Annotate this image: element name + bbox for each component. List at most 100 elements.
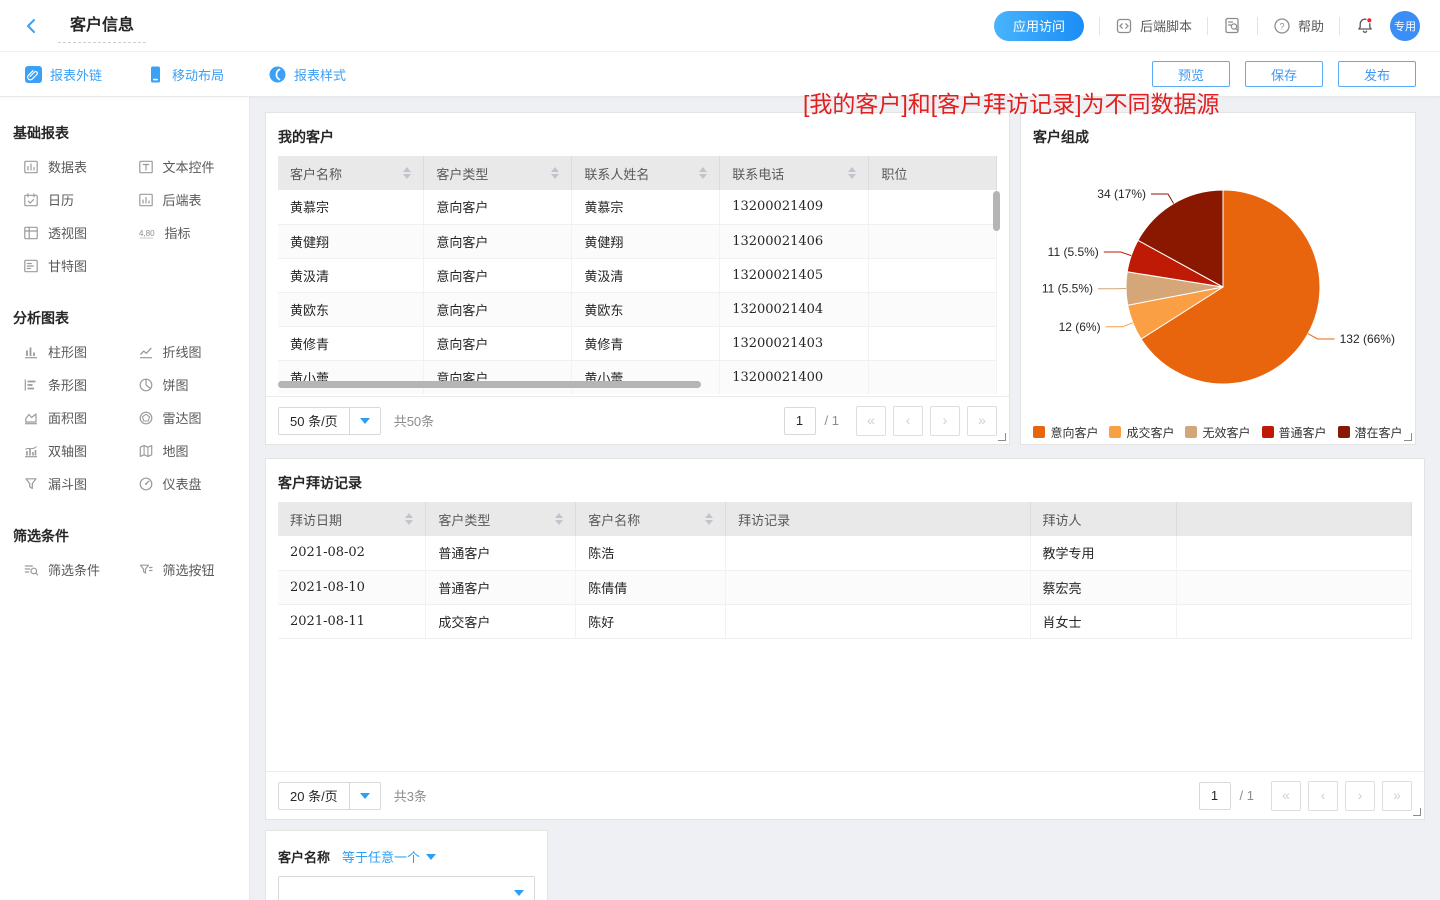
- my-customers-pagination: 50 条/页 共50条 / 1 « ‹ › »: [266, 396, 1009, 444]
- resize-handle[interactable]: [1413, 808, 1421, 816]
- first-page-button[interactable]: «: [856, 405, 886, 436]
- mobile-layout-button[interactable]: 移动布局: [146, 65, 224, 84]
- column-header[interactable]: 客户名称: [278, 156, 425, 190]
- visit-records-panel[interactable]: 客户拜访记录 拜访日期 客户类型 客户名称 拜访记录 拜访人 2021-08-02 普通客户…: [265, 458, 1425, 820]
- sort-icon[interactable]: [555, 513, 564, 525]
- sidebar-item-pie-chart[interactable]: 饼图: [125, 368, 240, 401]
- sidebar-item-map[interactable]: 地图: [125, 434, 240, 467]
- svg-text:?: ?: [1279, 21, 1284, 31]
- page-total: / 1: [1239, 788, 1254, 803]
- sidebar-item-metric[interactable]: 4,80 指标: [125, 216, 240, 249]
- sort-icon[interactable]: [551, 167, 560, 179]
- page-input[interactable]: [1198, 781, 1231, 810]
- column-header[interactable]: 客户名称: [575, 502, 727, 536]
- sidebar-item-text-widget[interactable]: 文本控件: [125, 150, 240, 183]
- sidebar-item-gauge[interactable]: 仪表盘: [125, 467, 240, 500]
- area-chart-icon: [25, 412, 37, 424]
- prev-page-button[interactable]: ‹: [893, 405, 923, 436]
- sidebar-item-gantt[interactable]: 甘特图: [10, 249, 125, 282]
- page-size-select[interactable]: 50 条/页: [278, 406, 381, 435]
- backend-script-button[interactable]: 后端脚本: [1115, 16, 1192, 35]
- column-header[interactable]: 联系人姓名: [571, 156, 721, 190]
- filter-operator-dropdown[interactable]: 等于任意一个: [342, 847, 437, 866]
- sidebar-item-data-table[interactable]: 数据表: [10, 150, 125, 183]
- sidebar-item-pivot[interactable]: 透视图: [10, 216, 125, 249]
- publish-button[interactable]: 发布: [1338, 61, 1416, 87]
- filter-button-icon: [139, 564, 153, 574]
- sidebar-item-backend-table[interactable]: 后端表: [125, 183, 240, 216]
- report-style-icon: [269, 66, 286, 82]
- last-page-button[interactable]: »: [1382, 780, 1412, 811]
- sort-icon[interactable]: [699, 167, 708, 179]
- log-search-icon: [1225, 17, 1239, 34]
- column-header[interactable]: 客户类型: [425, 502, 577, 536]
- log-search-button[interactable]: [1223, 16, 1242, 35]
- sidebar-item-funnel-chart[interactable]: 漏斗图: [10, 467, 125, 500]
- last-page-button[interactable]: »: [967, 405, 997, 436]
- save-button[interactable]: 保存: [1245, 61, 1323, 87]
- section-title-filters: 筛选条件: [13, 528, 69, 544]
- resize-handle[interactable]: [998, 433, 1006, 441]
- prev-page-button[interactable]: ‹: [1308, 780, 1338, 811]
- column-header: [1176, 502, 1412, 536]
- sidebar-item-line-chart[interactable]: 折线图: [125, 335, 240, 368]
- filter-field-label: 客户名称: [278, 850, 331, 865]
- page-size-select[interactable]: 20 条/页: [278, 781, 381, 810]
- divider: [1098, 16, 1100, 35]
- legend-item[interactable]: 潜在客户: [1337, 424, 1403, 441]
- app-access-button[interactable]: 应用访问: [993, 10, 1084, 41]
- my-customers-table: 客户名称 客户类型 联系人姓名 联系电话 职位 黄慕宗 意向客户 黄慕宗 13200021409…: [278, 156, 997, 394]
- sidebar-item-filter-button[interactable]: 筛选按钮: [125, 553, 240, 586]
- first-page-button[interactable]: «: [1271, 780, 1301, 811]
- resize-handle[interactable]: [1404, 433, 1412, 441]
- filter-value-select[interactable]: [278, 876, 535, 900]
- sidebar-item-dual-axis-chart[interactable]: 双轴图: [10, 434, 125, 467]
- preview-button[interactable]: 预览: [1152, 61, 1230, 87]
- legend-item[interactable]: 成交客户: [1109, 424, 1174, 441]
- sidebar-item-calendar[interactable]: 日历: [10, 183, 125, 216]
- visit-records-pagination: 20 条/页 共3条 / 1 « ‹ › »: [266, 771, 1424, 819]
- legend-item[interactable]: 意向客户: [1033, 424, 1098, 441]
- report-link-button[interactable]: 报表外链: [24, 65, 102, 84]
- table-row: 黄慕宗 意向客户 黄慕宗 13200021409: [278, 190, 997, 225]
- column-header: 拜访人: [1030, 502, 1178, 536]
- back-button[interactable]: [20, 14, 44, 38]
- page-input[interactable]: [783, 406, 816, 435]
- column-header[interactable]: 客户类型: [423, 156, 573, 190]
- next-page-button[interactable]: ›: [930, 405, 960, 436]
- column-header: 职位: [868, 156, 997, 190]
- sidebar-item-column-chart[interactable]: 柱形图: [10, 335, 125, 368]
- help-button[interactable]: ? 帮助: [1273, 16, 1324, 35]
- visit-records-title: 客户拜访记录: [278, 475, 362, 491]
- my-customers-panel[interactable]: 我的客户 客户名称 客户类型 联系人姓名 联系电话 职位 黄慕宗 意向客户 黄慕宗 132000…: [265, 112, 1010, 445]
- pie-label: 11 (5.5%): [1042, 282, 1093, 296]
- sidebar-item-radar-chart[interactable]: 雷达图: [125, 401, 240, 434]
- avatar[interactable]: 专用: [1390, 10, 1420, 41]
- sort-icon[interactable]: [403, 167, 412, 179]
- report-link-icon: [25, 65, 42, 83]
- pie-chart-title: 客户组成: [1033, 129, 1089, 145]
- filter-panel[interactable]: 客户名称 等于任意一个: [265, 830, 548, 900]
- radar-chart-icon: [139, 411, 152, 424]
- bell-icon: [1358, 16, 1373, 33]
- table-row: 2021-08-11 成交客户 陈好 肖女士: [278, 604, 1412, 639]
- gauge-icon: [139, 477, 152, 490]
- legend-item[interactable]: 无效客户: [1185, 424, 1251, 441]
- horizontal-scrollbar[interactable]: [278, 381, 701, 388]
- column-header[interactable]: 联系电话: [719, 156, 870, 190]
- sort-icon[interactable]: [848, 167, 857, 179]
- vertical-scrollbar[interactable]: [993, 191, 1000, 231]
- sort-icon[interactable]: [705, 513, 714, 525]
- customer-composition-panel[interactable]: 客户组成 132 (66%) 12 (6%) 11 (5.5%) 11 (5.5%) 3…: [1020, 112, 1416, 445]
- sidebar-item-filter-condition[interactable]: 筛选条件: [10, 553, 125, 586]
- notifications-button[interactable]: [1355, 16, 1375, 36]
- report-style-button[interactable]: 报表样式: [268, 65, 346, 84]
- pie-legend: 意向客户 成交客户 无效客户 普通客户 潜在客户: [1021, 417, 1415, 447]
- sort-icon[interactable]: [405, 513, 414, 525]
- sidebar-item-area-chart[interactable]: 面积图: [10, 401, 125, 434]
- legend-swatch: [1033, 426, 1046, 438]
- legend-item[interactable]: 普通客户: [1261, 424, 1327, 441]
- next-page-button[interactable]: ›: [1345, 780, 1375, 811]
- sidebar-item-bar-chart[interactable]: 条形图: [10, 368, 125, 401]
- column-header[interactable]: 拜访日期: [278, 502, 427, 536]
